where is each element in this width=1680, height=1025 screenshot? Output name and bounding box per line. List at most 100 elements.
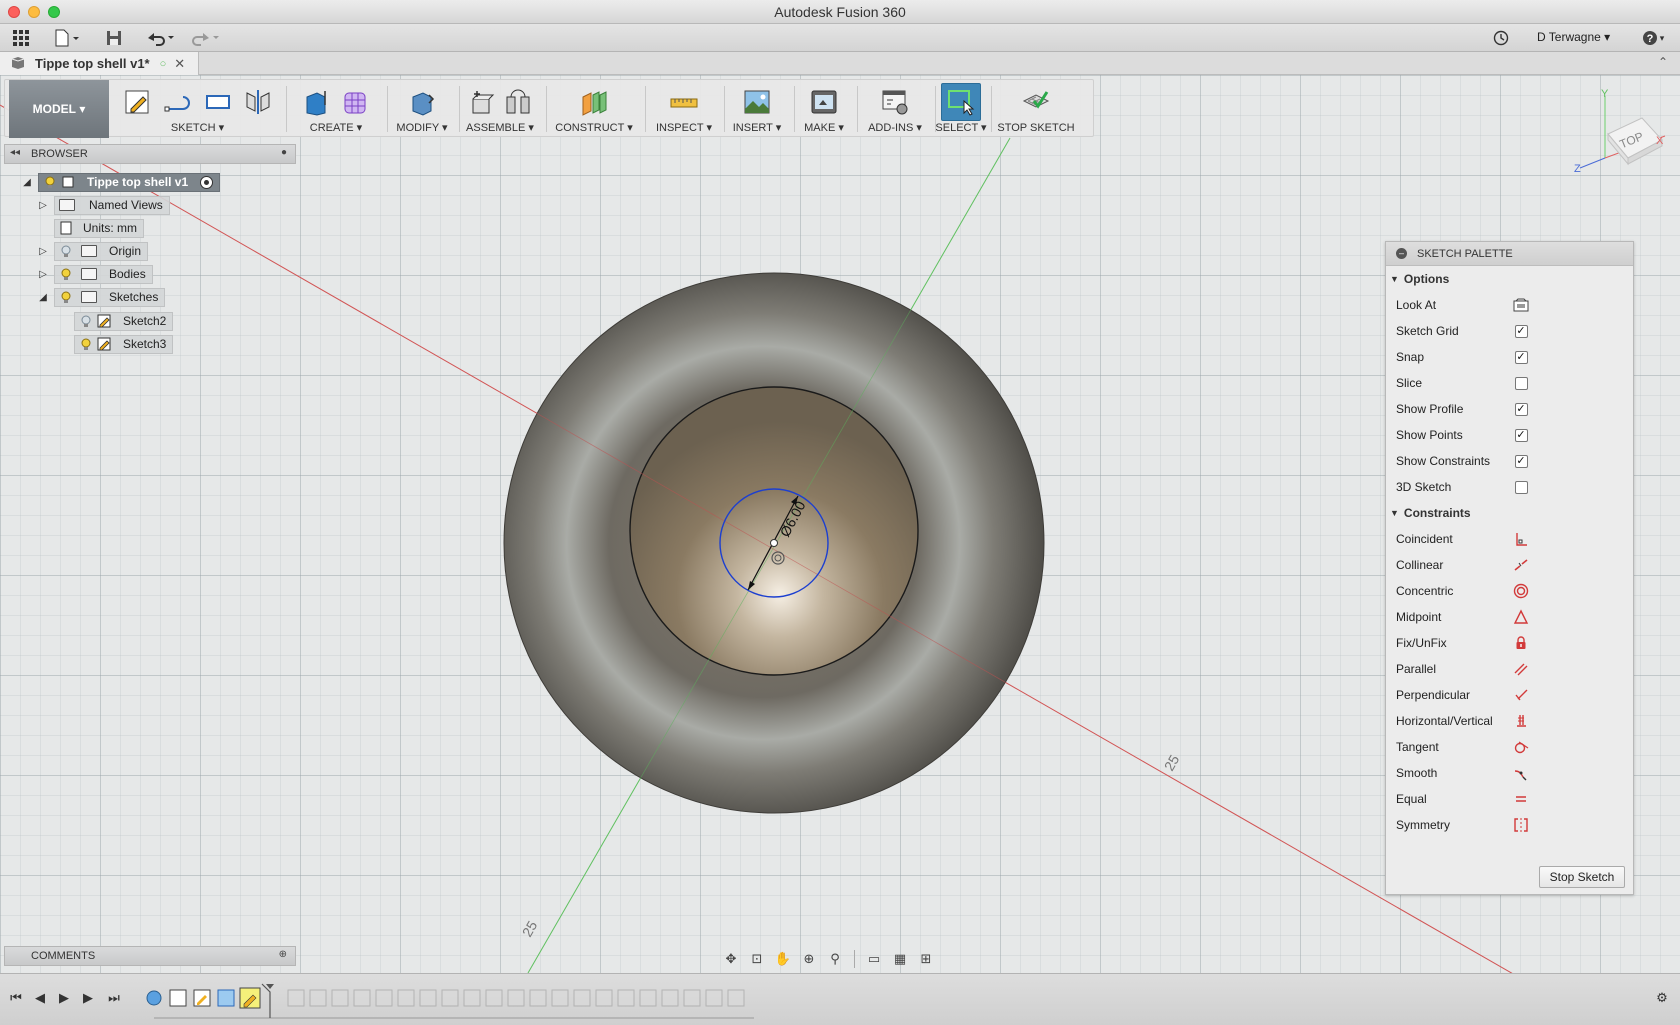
timeline-feature[interactable] <box>661 989 679 1007</box>
job-status-clock-icon[interactable] <box>1491 28 1511 48</box>
constraint-equal[interactable]: Equal <box>1386 786 1633 812</box>
constraint-smooth[interactable]: Smooth <box>1386 760 1633 786</box>
concentric-icon[interactable] <box>1513 583 1529 599</box>
select-icon[interactable] <box>941 83 981 121</box>
viewports-icon[interactable]: ⊞ <box>915 949 937 969</box>
display-settings-icon[interactable]: ▭ <box>863 949 885 969</box>
visibility-bulb-icon[interactable] <box>43 175 57 189</box>
timeline-feature[interactable] <box>397 989 415 1007</box>
collapse-browser-icon[interactable]: ◂◂ <box>10 147 20 158</box>
measure-icon[interactable] <box>667 86 701 118</box>
slice-checkbox[interactable] <box>1514 376 1528 390</box>
ribbon-group-create[interactable]: CREATE ▾ <box>289 80 383 138</box>
constraint-horizontal-vertical[interactable]: Horizontal/Vertical <box>1386 708 1633 734</box>
insert-image-icon[interactable] <box>740 86 774 118</box>
timeline-features[interactable] <box>142 982 762 1022</box>
constraint-midpoint[interactable]: Midpoint <box>1386 604 1633 630</box>
constraint-collinear[interactable]: Collinear <box>1386 552 1633 578</box>
constraints-section-header[interactable]: ▼ Constraints <box>1386 500 1633 526</box>
option-3d-sketch[interactable]: 3D Sketch <box>1386 474 1633 500</box>
browser-item-bodies[interactable]: ▷ Bodies <box>36 264 153 284</box>
constraint-fix-unfix[interactable]: Fix/UnFix <box>1386 630 1633 656</box>
browser-item-named-views[interactable]: ▷ Named Views <box>36 195 170 215</box>
timeline-feature[interactable] <box>419 989 437 1007</box>
smooth-icon[interactable] <box>1513 765 1529 781</box>
zoom-icon[interactable]: ⊕ <box>798 949 820 969</box>
mirror-icon[interactable] <box>241 86 275 118</box>
coincident-icon[interactable] <box>1513 531 1529 547</box>
show-profile-checkbox[interactable]: ✓ <box>1514 402 1528 416</box>
timeline-feature[interactable] <box>331 989 349 1007</box>
collapse-icon[interactable]: ◢ <box>36 290 50 304</box>
user-menu[interactable]: D Terwagne ▾ <box>1537 30 1610 44</box>
orbit-icon[interactable]: ✥ <box>720 949 742 969</box>
equal-icon[interactable] <box>1513 791 1529 807</box>
ribbon-group-make[interactable]: MAKE ▾ <box>794 80 854 138</box>
timeline-feature[interactable] <box>551 989 569 1007</box>
timeline-feature[interactable] <box>727 989 745 1007</box>
show-points-checkbox[interactable]: ✓ <box>1514 428 1528 442</box>
timeline-feature[interactable] <box>309 989 327 1007</box>
expand-root-icon[interactable]: ◢ <box>20 175 34 189</box>
timeline-feature[interactable] <box>353 989 371 1007</box>
save-icon[interactable] <box>104 28 124 48</box>
timeline-marker[interactable] <box>261 983 271 1018</box>
ribbon-group-construct[interactable]: CONSTRUCT ▾ <box>547 80 641 138</box>
expand-icon[interactable]: ▷ <box>36 244 50 258</box>
browser-item-origin[interactable]: ▷ Origin <box>36 241 149 261</box>
timeline-feature[interactable] <box>617 989 635 1007</box>
timeline-feature[interactable] <box>529 989 547 1007</box>
timeline-feature[interactable] <box>441 989 459 1007</box>
show-constraints-checkbox[interactable]: ✓ <box>1514 454 1528 468</box>
offset-plane-icon[interactable] <box>577 86 611 118</box>
viewcube[interactable]: TOP Y X Z <box>1570 88 1670 178</box>
go-to-end-icon[interactable]: ⏭ <box>104 988 124 1008</box>
joint-icon[interactable] <box>501 86 535 118</box>
3d-print-icon[interactable] <box>807 86 841 118</box>
app-grid-icon[interactable] <box>10 28 32 48</box>
timeline-feature[interactable] <box>595 989 613 1007</box>
document-tab[interactable]: Tippe top shell v1* ○ ✕ <box>0 52 199 75</box>
pan-hand-icon[interactable]: ✋ <box>772 949 794 969</box>
ribbon-group-insert[interactable]: INSERT ▾ <box>724 80 790 138</box>
press-pull-icon[interactable] <box>405 86 439 118</box>
constraint-perpendicular[interactable]: Perpendicular <box>1386 682 1633 708</box>
rectangle-icon[interactable] <box>201 86 235 118</box>
timeline-feature[interactable] <box>375 989 393 1007</box>
visibility-bulb-off-icon[interactable] <box>59 244 73 258</box>
line-icon[interactable] <box>161 86 195 118</box>
visibility-bulb-off-icon[interactable] <box>79 314 93 328</box>
symmetry-icon[interactable] <box>1513 817 1529 833</box>
expand-icon[interactable]: ▷ <box>36 198 50 212</box>
go-to-start-icon[interactable]: ⏮ <box>6 988 26 1008</box>
constraint-tangent[interactable]: Tangent <box>1386 734 1633 760</box>
ribbon-group-add-ins[interactable]: ADD-INS ▾ <box>857 80 933 138</box>
stop-sketch-button[interactable]: Stop Sketch <box>1539 866 1625 888</box>
option-sketch-grid[interactable]: Sketch Grid ✓ <box>1386 318 1633 344</box>
look-at-icon[interactable] <box>1513 297 1529 313</box>
constraint-symmetry[interactable]: Symmetry <box>1386 812 1633 838</box>
option-snap[interactable]: Snap ✓ <box>1386 344 1633 370</box>
browser-panel-header[interactable]: ◂◂ BROWSER ● <box>4 144 296 164</box>
timeline-settings-gear-icon[interactable]: ⚙ <box>1652 988 1672 1008</box>
sketch-palette-header[interactable]: – SKETCH PALETTE <box>1386 242 1633 266</box>
sketch-grid-checkbox[interactable]: ✓ <box>1514 324 1528 338</box>
visibility-bulb-icon[interactable] <box>59 290 73 304</box>
ribbon-group-select[interactable]: SELECT ▾ <box>935 80 987 138</box>
option-look-at[interactable]: Look At <box>1386 292 1633 318</box>
close-tab-icon[interactable]: ✕ <box>174 56 185 72</box>
midpoint-icon[interactable] <box>1513 609 1529 625</box>
parallel-icon[interactable] <box>1513 661 1529 677</box>
step-forward-icon[interactable]: ▶ <box>78 988 98 1008</box>
timeline-feature[interactable] <box>573 989 591 1007</box>
option-show-profile[interactable]: Show Profile ✓ <box>1386 396 1633 422</box>
scripts-addins-icon[interactable] <box>878 86 912 118</box>
timeline-feature[interactable] <box>507 989 525 1007</box>
lock-icon[interactable] <box>1513 635 1529 651</box>
options-section-header[interactable]: ▼ Options <box>1386 266 1633 292</box>
timeline-origin-icon[interactable] <box>146 990 162 1006</box>
expand-icon[interactable]: ▷ <box>36 267 50 281</box>
form-icon[interactable] <box>339 86 373 118</box>
timeline-revolve-icon[interactable] <box>217 989 235 1007</box>
inner-cup-edge[interactable] <box>629 386 919 676</box>
